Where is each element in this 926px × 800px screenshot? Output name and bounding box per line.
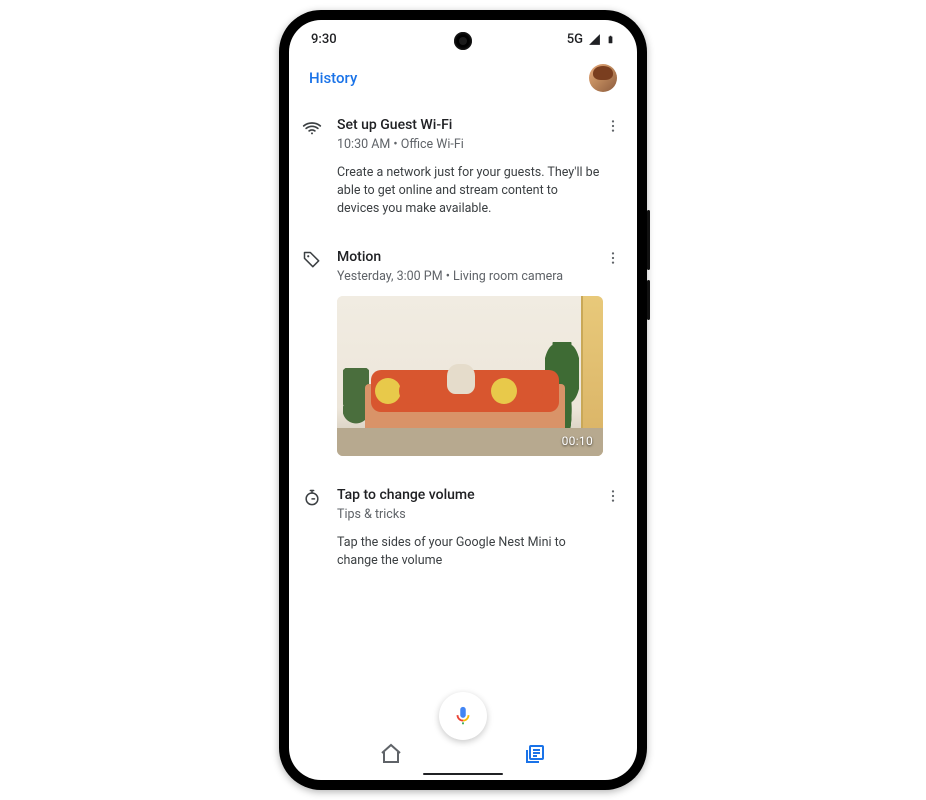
feed-description: Tap the sides of your Google Nest Mini t… [337, 534, 603, 570]
bottom-nav [289, 696, 637, 780]
more-button[interactable] [603, 116, 623, 136]
camera-notch [454, 32, 472, 50]
more-button[interactable] [603, 486, 623, 506]
signal-icon [587, 33, 602, 46]
header: History [289, 58, 637, 100]
stopwatch-icon [301, 487, 323, 509]
feed-item-wifi[interactable]: Set up Guest Wi-Fi 10:30 AM • Office Wi-… [301, 116, 625, 218]
feed-subtitle: Yesterday, 3:00 PM • Living room camera [337, 269, 603, 284]
wifi-icon [301, 117, 323, 139]
tag-icon [301, 249, 323, 271]
status-time: 9:30 [311, 32, 337, 47]
feed-subtitle: 10:30 AM • Office Wi-Fi [337, 137, 603, 152]
feed-title: Tap to change volume [337, 486, 603, 505]
video-duration: 00:10 [562, 434, 593, 448]
feed-description: Create a network just for your guests. T… [337, 164, 603, 218]
screen: 9:30 5G History [289, 20, 637, 780]
feed-title: Set up Guest Wi-Fi [337, 116, 603, 135]
phone-frame: 9:30 5G History [279, 10, 647, 790]
camera-thumbnail[interactable]: 00:10 [337, 296, 603, 456]
feed-item-motion[interactable]: Motion Yesterday, 3:00 PM • Living room … [301, 248, 625, 456]
volume-button [647, 210, 650, 270]
tab-activity[interactable] [523, 742, 547, 766]
page-title[interactable]: History [309, 69, 357, 87]
feed-item-tip[interactable]: Tap to change volume Tips & tricks Tap t… [301, 486, 625, 570]
home-indicator[interactable] [423, 773, 503, 776]
feed-title: Motion [337, 248, 603, 267]
battery-icon [606, 32, 615, 47]
network-label: 5G [567, 32, 583, 47]
feed-list: Set up Guest Wi-Fi 10:30 AM • Office Wi-… [289, 100, 637, 696]
more-button[interactable] [603, 248, 623, 268]
power-button [647, 280, 650, 320]
avatar[interactable] [589, 64, 617, 92]
mic-button[interactable] [439, 692, 487, 740]
feed-subtitle: Tips & tricks [337, 507, 603, 522]
tab-home[interactable] [379, 742, 403, 766]
